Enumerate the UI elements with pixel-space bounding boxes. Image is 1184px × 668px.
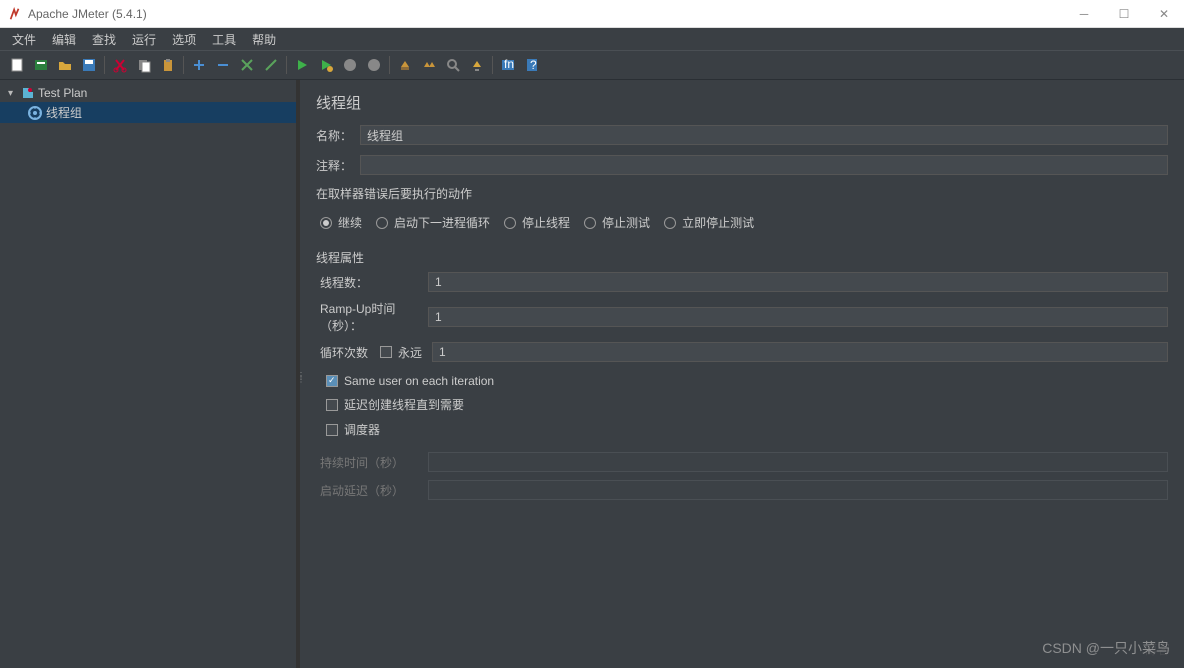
startup-delay-label: 启动延迟（秒） [320, 482, 428, 499]
tree-threadgroup[interactable]: 线程组 [0, 102, 296, 123]
tree-panel: ▾ Test Plan 线程组 [0, 80, 296, 668]
clear-all-icon[interactable] [418, 54, 440, 76]
watermark: CSDN @一只小菜鸟 [1042, 638, 1170, 658]
config-panel: 线程组 名称： 注释： 在取样器错误后要执行的动作 继续 启动下一进程循环 停止… [300, 80, 1184, 668]
error-stopthread[interactable]: 停止线程 [504, 214, 570, 231]
threadgroup-icon [28, 106, 42, 120]
loop-input[interactable] [432, 342, 1168, 362]
threads-label: 线程数： [320, 274, 428, 291]
menubar: 文件 编辑 查找 运行 选项 工具 帮助 [0, 28, 1184, 50]
help-icon[interactable]: ? [521, 54, 543, 76]
menu-search[interactable]: 查找 [86, 29, 122, 50]
error-action-group: 继续 启动下一进程循环 停止线程 停止测试 立即停止测试 [316, 208, 1168, 237]
menu-file[interactable]: 文件 [6, 29, 42, 50]
maximize-button[interactable]: ☐ [1104, 0, 1144, 28]
jmeter-icon [8, 7, 22, 21]
open-icon[interactable] [54, 54, 76, 76]
workarea: ▾ Test Plan 线程组 ⋮⋮ 线程组 名称： 注释： 在取样器错误后要执… [0, 80, 1184, 668]
run-icon[interactable] [291, 54, 313, 76]
titlebar: Apache JMeter (5.4.1) ─ ☐ ✕ [0, 0, 1184, 28]
svg-text:fn: fn [504, 57, 514, 71]
template-icon[interactable] [30, 54, 52, 76]
minimize-button[interactable]: ─ [1064, 0, 1104, 28]
tree-root[interactable]: ▾ Test Plan [0, 84, 296, 102]
paste-icon[interactable] [157, 54, 179, 76]
loop-label: 循环次数 [320, 344, 380, 361]
function-helper-icon[interactable]: fn [497, 54, 519, 76]
splitter[interactable]: ⋮⋮ [296, 80, 300, 668]
toolbar: fn ? [0, 50, 1184, 80]
threads-input[interactable] [428, 272, 1168, 292]
tree-root-label: Test Plan [38, 86, 87, 100]
tree-child-label: 线程组 [46, 104, 82, 121]
menu-help[interactable]: 帮助 [246, 29, 282, 50]
error-stoptest[interactable]: 停止测试 [584, 214, 650, 231]
collapse-icon[interactable] [260, 54, 282, 76]
duration-input [428, 452, 1168, 472]
cut-icon[interactable] [109, 54, 131, 76]
svg-text:?: ? [530, 58, 537, 72]
shutdown-icon[interactable] [363, 54, 385, 76]
comment-input[interactable] [360, 155, 1168, 175]
save-icon[interactable] [78, 54, 100, 76]
duration-label: 持续时间（秒） [320, 454, 428, 471]
clear-icon[interactable] [394, 54, 416, 76]
error-continue[interactable]: 继续 [320, 214, 362, 231]
same-user-checkbox[interactable]: Same user on each iteration [326, 374, 1158, 388]
panel-title: 线程组 [316, 92, 1168, 113]
menu-options[interactable]: 选项 [166, 29, 202, 50]
copy-icon[interactable] [133, 54, 155, 76]
startup-delay-input [428, 480, 1168, 500]
reset-search-icon[interactable] [466, 54, 488, 76]
error-nextloop[interactable]: 启动下一进程循环 [376, 214, 490, 231]
rampup-input[interactable] [428, 307, 1168, 327]
error-section-title: 在取样器错误后要执行的动作 [316, 185, 1168, 202]
thread-props-title: 线程属性 [316, 249, 1168, 266]
run-notimer-icon[interactable] [315, 54, 337, 76]
app-title: Apache JMeter (5.4.1) [28, 7, 147, 21]
name-label: 名称： [316, 127, 360, 144]
minus-icon[interactable] [212, 54, 234, 76]
add-icon[interactable] [188, 54, 210, 76]
forever-checkbox[interactable]: 永远 [380, 344, 422, 361]
comment-label: 注释： [316, 157, 360, 174]
expand-icon[interactable] [236, 54, 258, 76]
new-icon[interactable] [6, 54, 28, 76]
tree-toggle-icon[interactable]: ▾ [8, 88, 20, 99]
search-icon[interactable] [442, 54, 464, 76]
stop-icon[interactable] [339, 54, 361, 76]
close-button[interactable]: ✕ [1144, 0, 1184, 28]
menu-tools[interactable]: 工具 [206, 29, 242, 50]
menu-edit[interactable]: 编辑 [46, 29, 82, 50]
error-stoptest-now[interactable]: 立即停止测试 [664, 214, 754, 231]
menu-run[interactable]: 运行 [126, 29, 162, 50]
scheduler-checkbox[interactable]: 调度器 [326, 421, 1158, 438]
rampup-label: Ramp-Up时间（秒）： [320, 300, 428, 334]
testplan-icon [20, 86, 34, 100]
name-input[interactable] [360, 125, 1168, 145]
delay-create-checkbox[interactable]: 延迟创建线程直到需要 [326, 396, 1158, 413]
